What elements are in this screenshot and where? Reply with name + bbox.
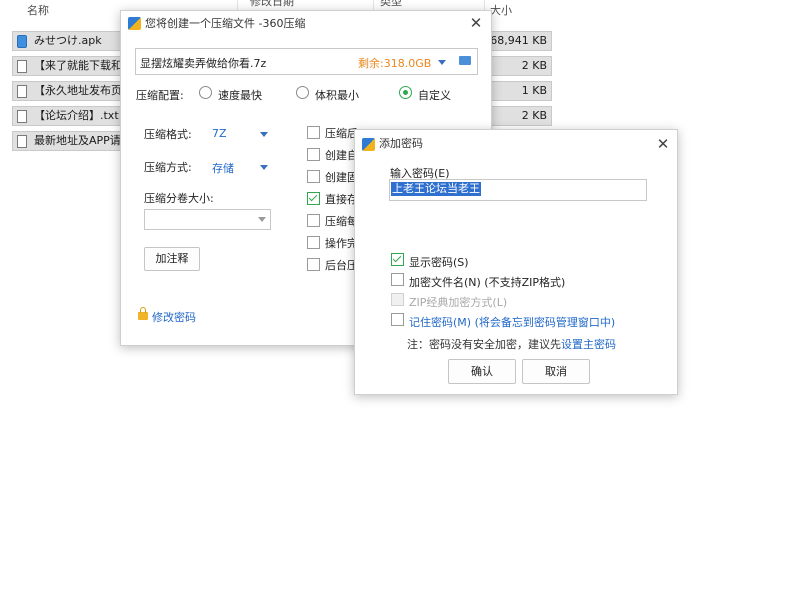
file-size: 2 KB [521, 109, 547, 122]
folder-icon[interactable] [459, 56, 471, 65]
compress-dialog-title: 您将创建一个压缩文件 -360压缩 [145, 17, 306, 30]
option-checkbox[interactable] [307, 214, 320, 227]
file-name: みせつけ.apk [34, 34, 102, 47]
method-label: 压缩方式: [144, 161, 192, 174]
password-text-selected: 上老王论坛当老王 [391, 182, 481, 196]
sort-up-icon: ^ [127, 0, 135, 5]
option-checkbox[interactable] [307, 236, 320, 249]
radio-custom[interactable] [399, 86, 412, 99]
split-size-label: 压缩分卷大小: [144, 192, 214, 205]
chevron-down-icon[interactable] [258, 217, 266, 222]
add-comment-button[interactable]: 加注释 [144, 247, 200, 271]
set-master-password-link[interactable]: 设置主密码 [561, 336, 616, 352]
encrypt-filenames-label[interactable]: 加密文件名(N) (不支持ZIP格式) [409, 274, 565, 290]
radio-smallest[interactable] [296, 86, 309, 99]
dropdown-arrow-icon[interactable] [438, 60, 446, 65]
compress-dialog-titlebar[interactable]: 您将创建一个压缩文件 -360压缩 ✕ [121, 11, 491, 37]
text-file-icon [17, 135, 27, 148]
config-label: 压缩配置: [136, 89, 184, 102]
password-input[interactable]: 上老王论坛当老王 [389, 179, 647, 201]
lock-icon [138, 307, 148, 320]
security-note: 注：密码没有安全加密，建议先 [407, 338, 561, 351]
option-checkbox[interactable] [307, 148, 320, 161]
option-checkbox[interactable] [307, 126, 320, 139]
file-size: 2 KB [521, 59, 547, 72]
option-custom-label[interactable]: 自定义 [418, 87, 451, 103]
file-name: 最新地址及APP请 [34, 134, 121, 147]
column-size-header[interactable]: 大小 [490, 0, 512, 22]
method-select[interactable]: 存储 [212, 160, 234, 176]
password-dialog-titlebar[interactable]: 添加密码 ✕ [355, 130, 677, 158]
free-space-text: 剩余:318.0GB [358, 57, 432, 70]
column-name-header[interactable]: 名称 [27, 0, 49, 22]
ok-button[interactable]: 确认 [448, 359, 516, 384]
archive-path-field[interactable]: 显摆炫耀卖弄做给你看.7z 剩余:318.0GB [135, 48, 478, 75]
close-icon[interactable]: ✕ [468, 15, 484, 31]
show-password-label[interactable]: 显示密码(S) [409, 254, 469, 270]
show-password-checkbox[interactable] [391, 253, 404, 266]
split-size-combobox[interactable] [144, 209, 271, 230]
text-file-icon [17, 85, 27, 98]
360-zip-app-icon [128, 17, 141, 30]
zip-classic-checkbox [391, 293, 404, 306]
chevron-down-icon[interactable] [260, 165, 268, 170]
option-fastest-label[interactable]: 速度最快 [218, 87, 262, 103]
option-smallest-label[interactable]: 体积最小 [315, 87, 359, 103]
radio-fastest[interactable] [199, 86, 212, 99]
remember-password-label[interactable]: 记住密码(M) (将会备忘到密码管理窗口中) [409, 314, 615, 330]
encrypt-filenames-checkbox[interactable] [391, 273, 404, 286]
file-name: 【来了就能下载和 [34, 59, 122, 72]
option-checkbox-checked[interactable] [307, 192, 320, 205]
file-size: 1 KB [521, 84, 547, 97]
cancel-button[interactable]: 取消 [522, 359, 590, 384]
option-checkbox[interactable] [307, 170, 320, 183]
format-select[interactable]: 7Z [212, 127, 227, 140]
file-size: 368,941 KB [483, 34, 547, 47]
close-icon[interactable]: ✕ [655, 136, 671, 152]
password-dialog-title: 添加密码 [379, 137, 423, 150]
password-dialog: 添加密码 ✕ 输入密码(E) 上老王论坛当老王 显示密码(S) 加密文件名(N)… [354, 129, 678, 395]
file-name: 【永久地址发布页 [34, 84, 122, 97]
apk-file-icon [17, 35, 27, 48]
format-label: 压缩格式: [144, 128, 192, 141]
chevron-down-icon[interactable] [260, 132, 268, 137]
option-checkbox[interactable] [307, 258, 320, 271]
text-file-icon [17, 60, 27, 73]
change-password-link[interactable]: 修改密码 [152, 309, 196, 325]
360-zip-app-icon [362, 138, 375, 151]
archive-path-text: 显摆炫耀卖弄做给你看.7z [140, 57, 267, 70]
remember-password-checkbox[interactable] [391, 313, 404, 326]
zip-classic-label: ZIP经典加密方式(L) [409, 296, 508, 309]
text-file-icon [17, 110, 27, 123]
file-name: 【论坛介绍】.txt [34, 109, 119, 122]
